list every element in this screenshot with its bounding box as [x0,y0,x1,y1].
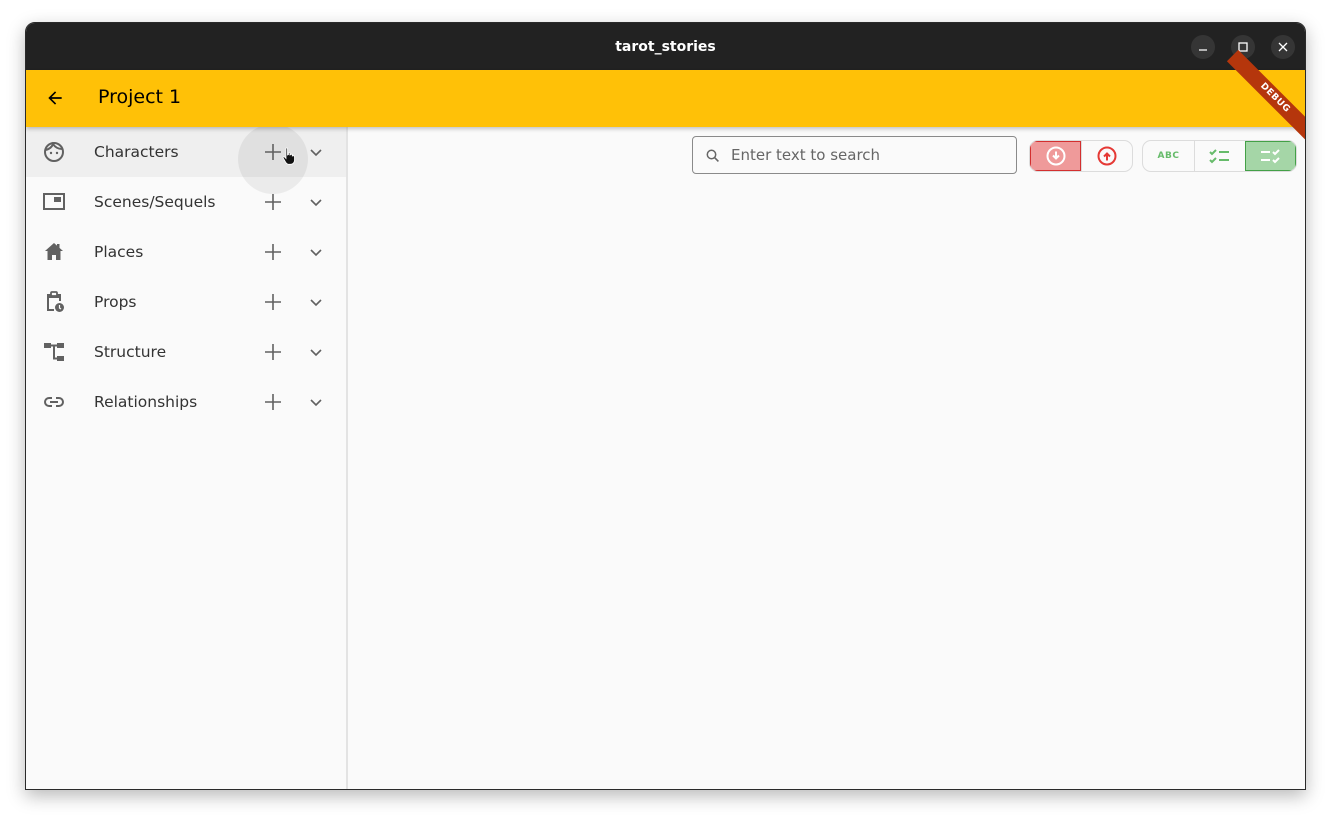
hand-cursor-icon [282,147,295,165]
close-button[interactable] [1271,35,1295,59]
search-field[interactable] [692,136,1017,174]
search-icon [706,149,719,162]
expand-structure-button[interactable] [304,340,328,364]
sort-descending-button[interactable] [1030,141,1081,171]
clipboard-clock-icon [47,291,64,312]
picture-in-picture-icon [43,193,65,210]
view-checklist-right-button[interactable] [1245,141,1296,171]
plus-icon [265,344,281,360]
minimize-button[interactable] [1191,35,1215,59]
expand-props-button[interactable] [304,290,328,314]
add-scene-button[interactable] [258,187,288,217]
expand-relationships-button[interactable] [304,390,328,414]
view-mode-toggle: ABC [1142,140,1297,172]
view-abc-button[interactable]: ABC [1143,141,1194,171]
expand-places-button[interactable] [304,240,328,264]
chevron-down-icon [310,299,322,307]
sidebar-item-props[interactable]: Props [26,277,346,327]
page-title: Project 1 [98,86,182,108]
sidebar-item-label: Characters [94,143,179,161]
home-icon [45,243,63,260]
back-button[interactable] [38,81,72,115]
app-bar: Project 1 DEBUG [26,49,1305,147]
sidebar-item-label: Scenes/Sequels [94,193,216,211]
sidebar-item-relationships[interactable]: Relationships [26,377,346,427]
sidebar-item-label: Relationships [94,393,198,411]
plus-icon [265,244,281,260]
close-icon [1278,42,1288,52]
sidebar-item-characters[interactable]: Characters [26,124,346,194]
search-input[interactable] [731,137,1001,173]
plus-icon [265,144,281,160]
sort-order-toggle [1029,140,1133,172]
minimize-icon [1199,49,1207,51]
abc-icon: ABC [1157,151,1180,161]
plus-icon [265,194,281,210]
sidebar-item-places[interactable]: Places [26,227,346,277]
checklist-right-icon [1261,149,1280,164]
sidebar: Characters Scenes/Sequels Places Props S… [26,124,348,789]
sort-ascending-button[interactable] [1081,141,1132,171]
sidebar-item-label: Places [94,243,144,261]
chevron-down-icon [310,249,322,257]
sidebar-item-label: Structure [94,343,167,361]
add-place-button[interactable] [258,237,288,267]
chevron-down-icon [310,149,322,157]
arrow-circle-up-icon [1097,146,1117,166]
main-content: ABC [348,127,1305,789]
chevron-down-icon [310,349,322,357]
sidebar-item-label: Props [94,293,137,311]
arrow-back-icon [48,91,62,105]
app-window: tarot_stories Project 1 DEBUG Characters [25,22,1306,790]
chevron-down-icon [310,199,322,207]
face-icon [44,141,64,162]
arrow-circle-down-icon [1046,146,1065,166]
plus-icon [265,294,281,310]
window-title: tarot_stories [615,38,716,55]
add-structure-button[interactable] [258,337,288,367]
sidebar-item-structure[interactable]: Structure [26,327,346,377]
account-tree-icon [44,343,64,361]
expand-characters-button[interactable] [304,140,328,164]
add-prop-button[interactable] [258,287,288,317]
add-relationship-button[interactable] [258,387,288,417]
expand-scenes-button[interactable] [304,190,328,214]
sidebar-item-scenes-sequels[interactable]: Scenes/Sequels [26,177,346,227]
view-checklist-button[interactable] [1194,141,1245,171]
link-icon [44,397,64,407]
checklist-icon [1209,149,1229,164]
title-bar: tarot_stories [26,23,1305,70]
plus-icon [265,394,281,410]
chevron-down-icon [310,399,322,407]
